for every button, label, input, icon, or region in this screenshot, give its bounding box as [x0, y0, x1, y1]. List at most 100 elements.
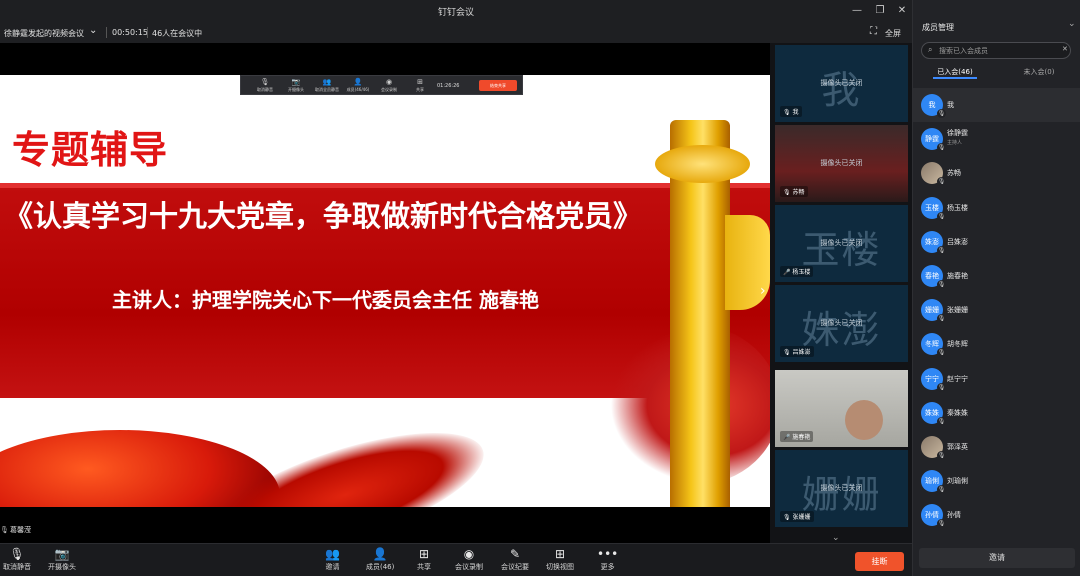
fullscreen-button[interactable]: 全屏 [885, 28, 901, 39]
users-icon: 👥 [322, 78, 332, 86]
slide-heading: 专题辅导 [12, 128, 169, 172]
mic-off-icon: 🎙 [937, 177, 946, 187]
mini-camera-button[interactable]: 📷 开摄像头 [282, 78, 310, 93]
fullscreen-icon[interactable]: ⛶ [870, 26, 877, 37]
member-row[interactable]: 春艳 🎙 施春艳 [913, 259, 1080, 293]
member-search: ⌕ ✕ [921, 42, 1071, 59]
member-row[interactable]: 宁宁 🎙 赵宁宁 [913, 362, 1080, 396]
presenter-label: 🎙葛馨滢 [0, 526, 31, 534]
share-button[interactable]: ⊞ 共享 [417, 547, 431, 572]
mic-off-icon: 🎙 [937, 416, 946, 426]
participant-strip: 我 摄像头已关闭 🎙 我 摄像头已关闭 🎙 苏畅 玉楼 摄像头已关闭 🎤 杨玉楼… [770, 43, 912, 543]
invite-button[interactable]: 邀请 [919, 548, 1075, 568]
mic-off-icon: 🎙 [783, 349, 791, 356]
presentation-slide: 专题辅导 《认真学习十九大党章，争取做新时代合格党员》 主讲人：护理学院关心下一… [0, 75, 770, 507]
switch-view-button[interactable]: ⊞ 切换视图 [546, 547, 574, 572]
member-role: 主持人 [947, 140, 963, 147]
unmute-button[interactable]: 🎙 取消静音 [3, 547, 31, 572]
mini-share-button[interactable]: ⊞ 共享 [406, 78, 434, 93]
mini-record-button[interactable]: ◉ 会议录制 [375, 78, 403, 93]
participant-tile[interactable]: 我 摄像头已关闭 🎙 我 [775, 45, 908, 122]
participant-tile[interactable]: 姝澎 摄像头已关闭 🎙 吕姝澎 [775, 285, 908, 362]
record-button[interactable]: ◉ 会议录制 [455, 547, 483, 572]
mic-off-icon: 🎙 [937, 245, 946, 255]
camera-off-icon: 📷 [291, 78, 301, 86]
member-row[interactable]: 我 🎙 我 [913, 88, 1080, 122]
record-icon: ◉ [463, 547, 475, 561]
mini-members-button[interactable]: 👤 成员(46/46) [344, 78, 372, 93]
tab-not-joined[interactable]: 未入会(0) [997, 67, 1080, 77]
hangup-button[interactable]: 挂断 [855, 552, 904, 571]
close-button[interactable]: ✕ [895, 4, 909, 18]
minutes-button[interactable]: ✎ 会议纪要 [501, 547, 529, 572]
chevron-right-icon[interactable]: › [760, 283, 766, 299]
member-row[interactable]: 姝姝 🎙 秦姝姝 [913, 396, 1080, 430]
clear-icon[interactable]: ✕ [1062, 45, 1068, 53]
participant-count: 46人在会议中 [152, 29, 203, 38]
mic-off-icon: 🎙 [937, 519, 946, 529]
tab-joined[interactable]: 已入会(46) [913, 67, 997, 77]
chevron-down-icon[interactable]: ⌄ [832, 533, 840, 543]
member-row[interactable]: 瑜俐 🎙 刘瑜俐 [913, 464, 1080, 498]
grid-icon: ⊞ [554, 547, 566, 561]
mic-icon: 🎤 [783, 434, 791, 441]
member-name: 赵宁宁 [947, 374, 968, 383]
member-name: 秦姝姝 [947, 408, 968, 417]
participant-tile[interactable]: 摄像头已关闭 🎙 苏畅 [775, 125, 908, 202]
member-name: 郭泽英 [947, 443, 968, 451]
minimize-button[interactable]: — [850, 4, 864, 18]
mic-off-icon: 🎙 [783, 514, 791, 521]
participant-tile[interactable]: 🎤 施春艳 [775, 370, 908, 447]
slide-speaker: 主讲人：护理学院关心下一代委员会主任 施春艳 [112, 288, 539, 312]
more-button[interactable]: ••• 更多 [597, 547, 618, 572]
mic-off-icon: 🎙 [260, 78, 270, 86]
member-row[interactable]: 静霆 🎙 徐静霆 主持人 [913, 122, 1080, 156]
member-panel: 成员管理 ⌄ ⌕ ✕ 已入会(46) 未入会(0) 我🎙我静霆🎙徐静霆主持人🎙苏… [912, 0, 1080, 576]
chevron-down-icon[interactable]: ⌄ [89, 25, 97, 36]
mic-off-icon: 🎙 [937, 382, 946, 392]
mic-off-icon: 🎙 [937, 280, 946, 289]
participant-tile[interactable]: 姗姗 摄像头已关闭 🎙 张姗姗 [775, 450, 908, 527]
meeting-duration: 00:50:15 [112, 28, 148, 37]
restore-button[interactable]: ❐ [873, 4, 887, 18]
member-row[interactable]: 🎙 郭泽英 [913, 430, 1080, 464]
meeting-app: 钉钉会议 — ❐ ✕ 徐静霆发起的视频会议 ⌄ 00:50:15 46人在会议中… [0, 0, 1080, 576]
member-name: 徐静霆 [947, 129, 968, 138]
mic-off-icon: 🎙 [0, 526, 9, 534]
member-name: 刘瑜俐 [947, 477, 968, 486]
member-row[interactable]: 玉楼 🎙 杨玉楼 [913, 191, 1080, 225]
member-row[interactable]: 冬辉 🎙 胡冬辉 [913, 327, 1080, 361]
panel-title: 成员管理 [922, 23, 954, 32]
huabiao-cap-image [655, 145, 750, 183]
share-screen-icon: ⊞ [417, 78, 423, 86]
member-name: 吕姝澎 [947, 237, 968, 246]
member-name: 孙倩 [947, 511, 961, 520]
mini-unmute-all-button[interactable]: 👥 取消全员静音 [313, 78, 341, 93]
members-button[interactable]: 👤 成员(46) [366, 547, 394, 572]
divider [147, 27, 148, 38]
active-tab-indicator [933, 77, 977, 79]
mic-off-icon: 🎙 [937, 348, 946, 358]
member-row[interactable]: 孙倩 🎙 孙倩 [913, 498, 1080, 532]
member-row[interactable]: 🎙 苏畅 [913, 156, 1080, 190]
share-timer: 01:26:26 [437, 83, 460, 89]
meeting-name[interactable]: 徐静霆发起的视频会议 [4, 28, 84, 39]
search-input[interactable] [939, 45, 1059, 57]
end-share-button[interactable]: 结束共享 [479, 80, 517, 91]
participant-tile[interactable]: 玉楼 摄像头已关闭 🎤 杨玉楼 [775, 205, 908, 282]
mic-off-icon: 🎙 [783, 189, 791, 196]
mini-unmute-button[interactable]: 🎙 取消静音 [251, 78, 279, 93]
search-icon: ⌕ [928, 45, 933, 54]
member-row[interactable]: 姝澎 🎙 吕姝澎 [913, 225, 1080, 259]
more-icon: ••• [597, 547, 619, 561]
chevron-down-icon[interactable]: ⌄ [1068, 19, 1076, 29]
member-row[interactable]: 姗姗 🎙 张姗姗 [913, 293, 1080, 327]
camera-off-icon: 📷 [54, 547, 70, 561]
mic-off-icon: 🎙 [937, 211, 946, 221]
camera-button[interactable]: 📷 开摄像头 [48, 547, 76, 572]
meeting-info-bar: 徐静霆发起的视频会议 ⌄ 00:50:15 46人在会议中 ⛶ 全屏 [0, 22, 912, 43]
invite-button[interactable]: 👥 邀请 [325, 547, 340, 572]
title-bar: 钉钉会议 — ❐ ✕ [0, 0, 912, 22]
window-title: 钉钉会议 [437, 8, 474, 18]
member-name: 张姗姗 [947, 306, 968, 315]
